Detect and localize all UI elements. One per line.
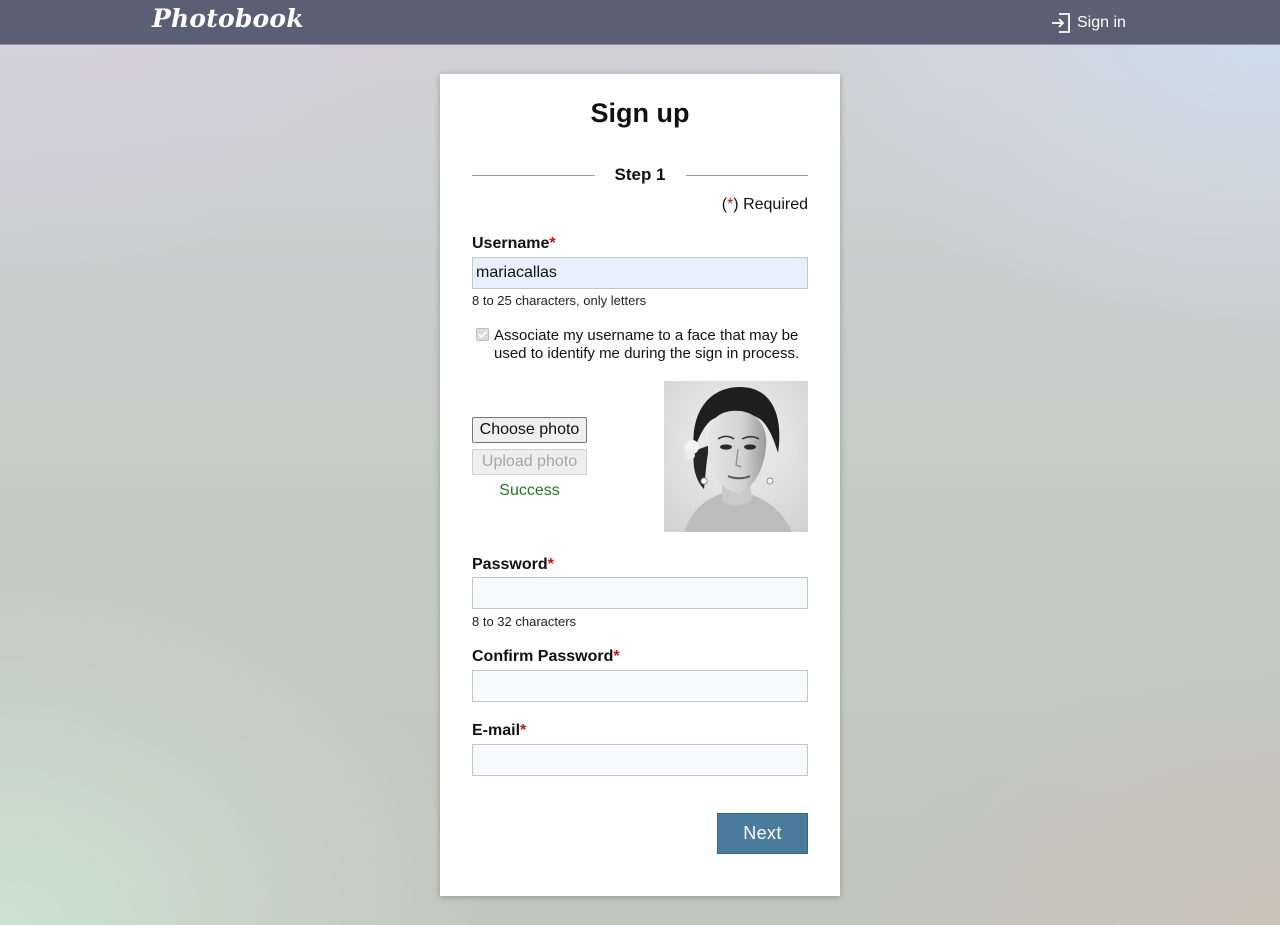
sign-in-icon	[1052, 13, 1070, 33]
password-label-text: Password	[472, 556, 548, 573]
face-association-checkbox[interactable]	[476, 328, 489, 341]
face-association-label: Associate my username to a face that may…	[494, 327, 800, 362]
required-star: *	[549, 235, 556, 252]
confirm-password-label: Confirm Password*	[472, 648, 620, 666]
sign-in-divider	[1018, 43, 1160, 44]
page-title: Sign up	[590, 98, 690, 128]
username-label: Username*	[472, 235, 556, 253]
username-input[interactable]	[472, 257, 808, 289]
upload-status: Success	[499, 482, 560, 499]
required-note: (*) Required	[722, 196, 808, 214]
password-input[interactable]	[472, 577, 808, 609]
password-hint: 8 to 32 characters	[472, 614, 577, 629]
choose-photo-button[interactable]: Choose photo	[472, 417, 587, 443]
required-star: *	[520, 722, 527, 739]
sign-in-label: Sign in	[1077, 14, 1126, 31]
step-divider-right	[686, 175, 808, 176]
username-label-text: Username	[472, 235, 550, 252]
upload-photo-button[interactable]: Upload photo	[472, 449, 587, 475]
top-bar: Photobook Sign in	[0, 0, 1280, 45]
signup-card: Sign up Step 1 (*) Required Username* 8 …	[440, 74, 840, 896]
confirm-password-input[interactable]	[472, 670, 808, 702]
required-star: *	[547, 556, 554, 573]
username-hint: 8 to 25 characters, only letters	[472, 293, 647, 308]
email-label: E-mail*	[472, 722, 526, 740]
face-photo-preview	[664, 381, 808, 532]
email-input[interactable]	[472, 744, 808, 776]
photobook-logo[interactable]: Photobook	[152, 4, 304, 33]
required-note-text: ) Required	[733, 196, 808, 213]
required-star: *	[613, 648, 620, 665]
next-button[interactable]: Next	[717, 813, 808, 854]
portrait-image	[664, 381, 808, 532]
email-label-text: E-mail	[472, 722, 521, 739]
confirm-password-label-text: Confirm Password	[472, 648, 614, 665]
sign-in-link[interactable]: Sign in	[1050, 11, 1126, 35]
password-label: Password*	[472, 556, 554, 574]
checkmark-icon	[478, 331, 487, 339]
